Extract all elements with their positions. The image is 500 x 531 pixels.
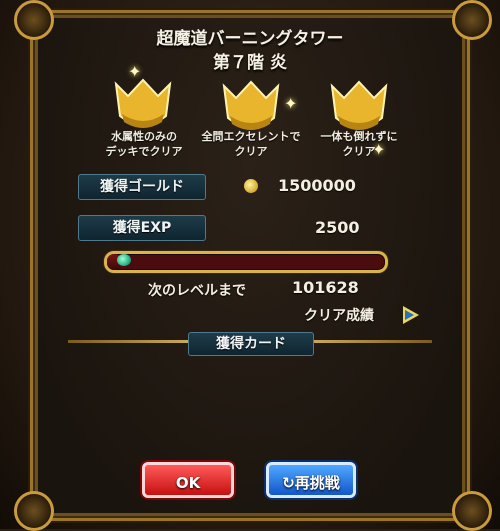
- floor-subtitle: 第７階 炎: [213, 53, 287, 73]
- next-level-label: 次のレベルまで: [148, 283, 246, 299]
- sparkle-icon: ✦: [284, 94, 298, 113]
- crown-icon: [108, 74, 178, 136]
- frame-corner-ornament: [14, 491, 54, 531]
- clear-result-link[interactable]: クリア成績: [304, 305, 374, 325]
- retry-button[interactable]: ↻再挑戦: [266, 462, 356, 498]
- retry-icon: ↻: [282, 474, 295, 492]
- exp-progress-bar: [104, 251, 388, 273]
- gold-label: 獲得ゴールド: [78, 174, 206, 200]
- gold-value: 1500000: [278, 176, 356, 195]
- exp-gem-icon: [117, 254, 131, 266]
- retry-label: 再挑戦: [294, 474, 340, 492]
- dungeon-title: 超魔道バーニングタワー: [156, 29, 344, 49]
- gold-coin-icon: [244, 179, 258, 193]
- play-arrow-icon-inner: [405, 310, 414, 320]
- acquired-cards-label: 獲得カード: [188, 332, 314, 356]
- mission-3-text: 一体も倒れずに クリア: [320, 130, 398, 158]
- sparkle-icon: ✦: [128, 62, 142, 81]
- frame-corner-ornament: [452, 491, 492, 531]
- exp-label: 獲得EXP: [78, 215, 206, 241]
- exp-value: 2500: [315, 218, 360, 237]
- next-level-value: 101628: [292, 278, 359, 297]
- ok-button[interactable]: OK: [142, 462, 234, 498]
